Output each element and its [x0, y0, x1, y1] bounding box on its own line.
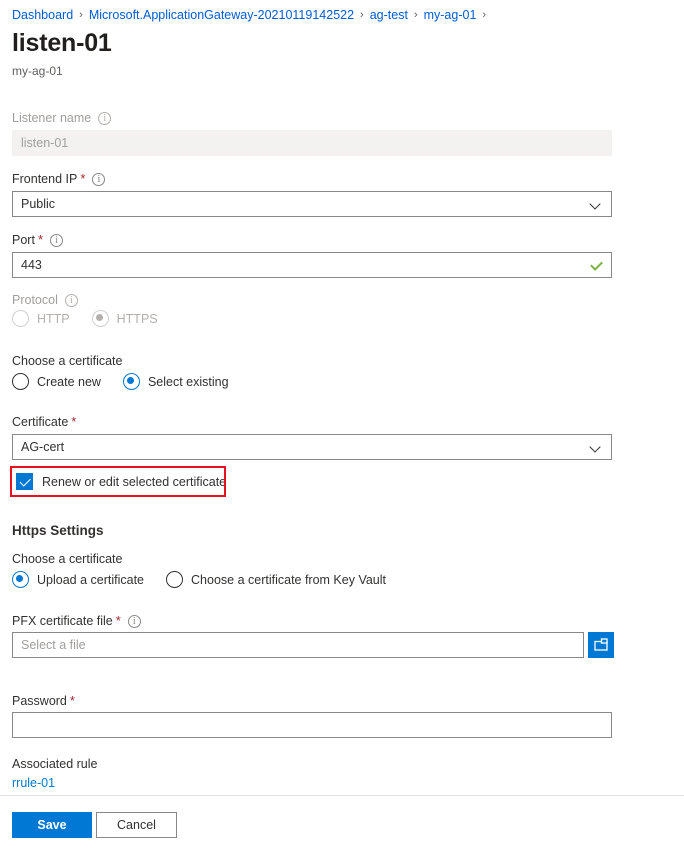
- breadcrumb-separator-icon: ›: [360, 7, 364, 23]
- port-value: 443: [21, 253, 42, 277]
- https-settings-heading: Https Settings: [12, 523, 104, 538]
- required-asterisk: *: [38, 235, 43, 245]
- https-option-key-vault[interactable]: Choose a certificate from Key Vault: [166, 571, 386, 588]
- breadcrumb-item-gateway[interactable]: my-ag-01: [424, 7, 477, 23]
- radio-selected-icon: [123, 373, 140, 390]
- chevron-down-icon: [591, 442, 601, 452]
- radio-selected-icon: [92, 310, 109, 327]
- required-asterisk: *: [80, 174, 85, 184]
- info-icon[interactable]: [65, 294, 78, 307]
- renew-certificate-checkbox[interactable]: Renew or edit selected certificate: [16, 473, 226, 490]
- certificate-option-create-new-label: Create new: [37, 375, 101, 389]
- associated-rule-label-text: Associated rule: [12, 756, 97, 772]
- info-icon[interactable]: [128, 615, 141, 628]
- protocol-option-https: HTTPS: [92, 310, 158, 327]
- certificate-option-create-new[interactable]: Create new: [12, 373, 101, 390]
- https-choose-certificate-label-text: Choose a certificate: [12, 551, 122, 567]
- pfx-file-input[interactable]: Select a file: [12, 632, 584, 658]
- page-subtitle: my-ag-01: [12, 64, 63, 79]
- checkbox-checked-icon: [16, 473, 33, 490]
- page-title: listen-01: [12, 28, 112, 58]
- breadcrumb-separator-icon: ›: [482, 7, 486, 23]
- required-asterisk: *: [70, 696, 75, 706]
- radio-icon: [12, 373, 29, 390]
- info-icon[interactable]: [98, 112, 111, 125]
- listener-edit-page: Dashboard › Microsoft.ApplicationGateway…: [0, 0, 684, 848]
- breadcrumb-item-deployment[interactable]: Microsoft.ApplicationGateway-20210119142…: [89, 7, 354, 23]
- port-input[interactable]: 443: [12, 252, 612, 278]
- breadcrumb-item-resource-group[interactable]: ag-test: [370, 7, 408, 23]
- associated-rule-link[interactable]: rrule-01: [12, 776, 55, 790]
- certificate-label-text: Certificate: [12, 414, 68, 430]
- listener-name-label-text: Listener name: [12, 110, 91, 126]
- renew-certificate-checkbox-label: Renew or edit selected certificate: [42, 475, 226, 489]
- certificate-select[interactable]: AG-cert: [12, 434, 612, 460]
- required-asterisk: *: [116, 616, 121, 626]
- frontend-ip-label-text: Frontend IP: [12, 171, 77, 187]
- protocol-radio-group: HTTP HTTPS: [12, 310, 158, 327]
- password-label-text: Password: [12, 693, 67, 709]
- protocol-label-text: Protocol: [12, 292, 58, 308]
- certificate-option-select-existing[interactable]: Select existing: [123, 373, 229, 390]
- listener-name-label: Listener name: [12, 110, 111, 126]
- https-certificate-radio-group: Upload a certificate Choose a certificat…: [12, 571, 386, 588]
- cancel-button[interactable]: Cancel: [96, 812, 177, 838]
- breadcrumb-item-dashboard[interactable]: Dashboard: [12, 7, 73, 23]
- radio-icon: [12, 310, 29, 327]
- listener-name-value: listen-01: [21, 131, 68, 155]
- port-label: Port *: [12, 232, 63, 248]
- pfx-file-label: PFX certificate file *: [12, 613, 141, 629]
- info-icon[interactable]: [50, 234, 63, 247]
- listener-name-input: listen-01: [12, 130, 612, 156]
- https-option-key-vault-label: Choose a certificate from Key Vault: [191, 573, 386, 587]
- https-option-upload-certificate-label: Upload a certificate: [37, 573, 144, 587]
- certificate-value: AG-cert: [21, 440, 64, 454]
- breadcrumb-separator-icon: ›: [79, 7, 83, 23]
- associated-rule-label: Associated rule: [12, 756, 97, 772]
- choose-certificate-radio-group: Create new Select existing: [12, 373, 229, 390]
- frontend-ip-select[interactable]: Public: [12, 191, 612, 217]
- pfx-file-label-text: PFX certificate file: [12, 613, 113, 629]
- pfx-file-placeholder: Select a file: [21, 633, 86, 657]
- frontend-ip-label: Frontend IP *: [12, 171, 105, 187]
- choose-certificate-label: Choose a certificate: [12, 353, 122, 369]
- protocol-option-http-label: HTTP: [37, 312, 70, 326]
- footer-divider: [0, 795, 684, 796]
- https-choose-certificate-label: Choose a certificate: [12, 551, 122, 567]
- radio-selected-icon: [12, 571, 29, 588]
- certificate-option-select-existing-label: Select existing: [148, 375, 229, 389]
- frontend-ip-value: Public: [21, 197, 55, 211]
- save-button[interactable]: Save: [12, 812, 92, 838]
- port-label-text: Port: [12, 232, 35, 248]
- info-icon[interactable]: [92, 173, 105, 186]
- checkmark-icon: [590, 258, 604, 272]
- breadcrumb: Dashboard › Microsoft.ApplicationGateway…: [12, 7, 492, 23]
- https-option-upload-certificate[interactable]: Upload a certificate: [12, 571, 144, 588]
- required-asterisk: *: [71, 417, 76, 427]
- choose-certificate-label-text: Choose a certificate: [12, 353, 122, 369]
- password-input[interactable]: [12, 712, 612, 738]
- password-label: Password *: [12, 693, 75, 709]
- protocol-option-http: HTTP: [12, 310, 70, 327]
- chevron-down-icon: [591, 199, 601, 209]
- protocol-option-https-label: HTTPS: [117, 312, 158, 326]
- breadcrumb-separator-icon: ›: [414, 7, 418, 23]
- browse-file-button[interactable]: [588, 632, 614, 658]
- folder-open-icon: [594, 638, 609, 652]
- certificate-label: Certificate *: [12, 414, 76, 430]
- protocol-label: Protocol: [12, 292, 78, 308]
- radio-icon: [166, 571, 183, 588]
